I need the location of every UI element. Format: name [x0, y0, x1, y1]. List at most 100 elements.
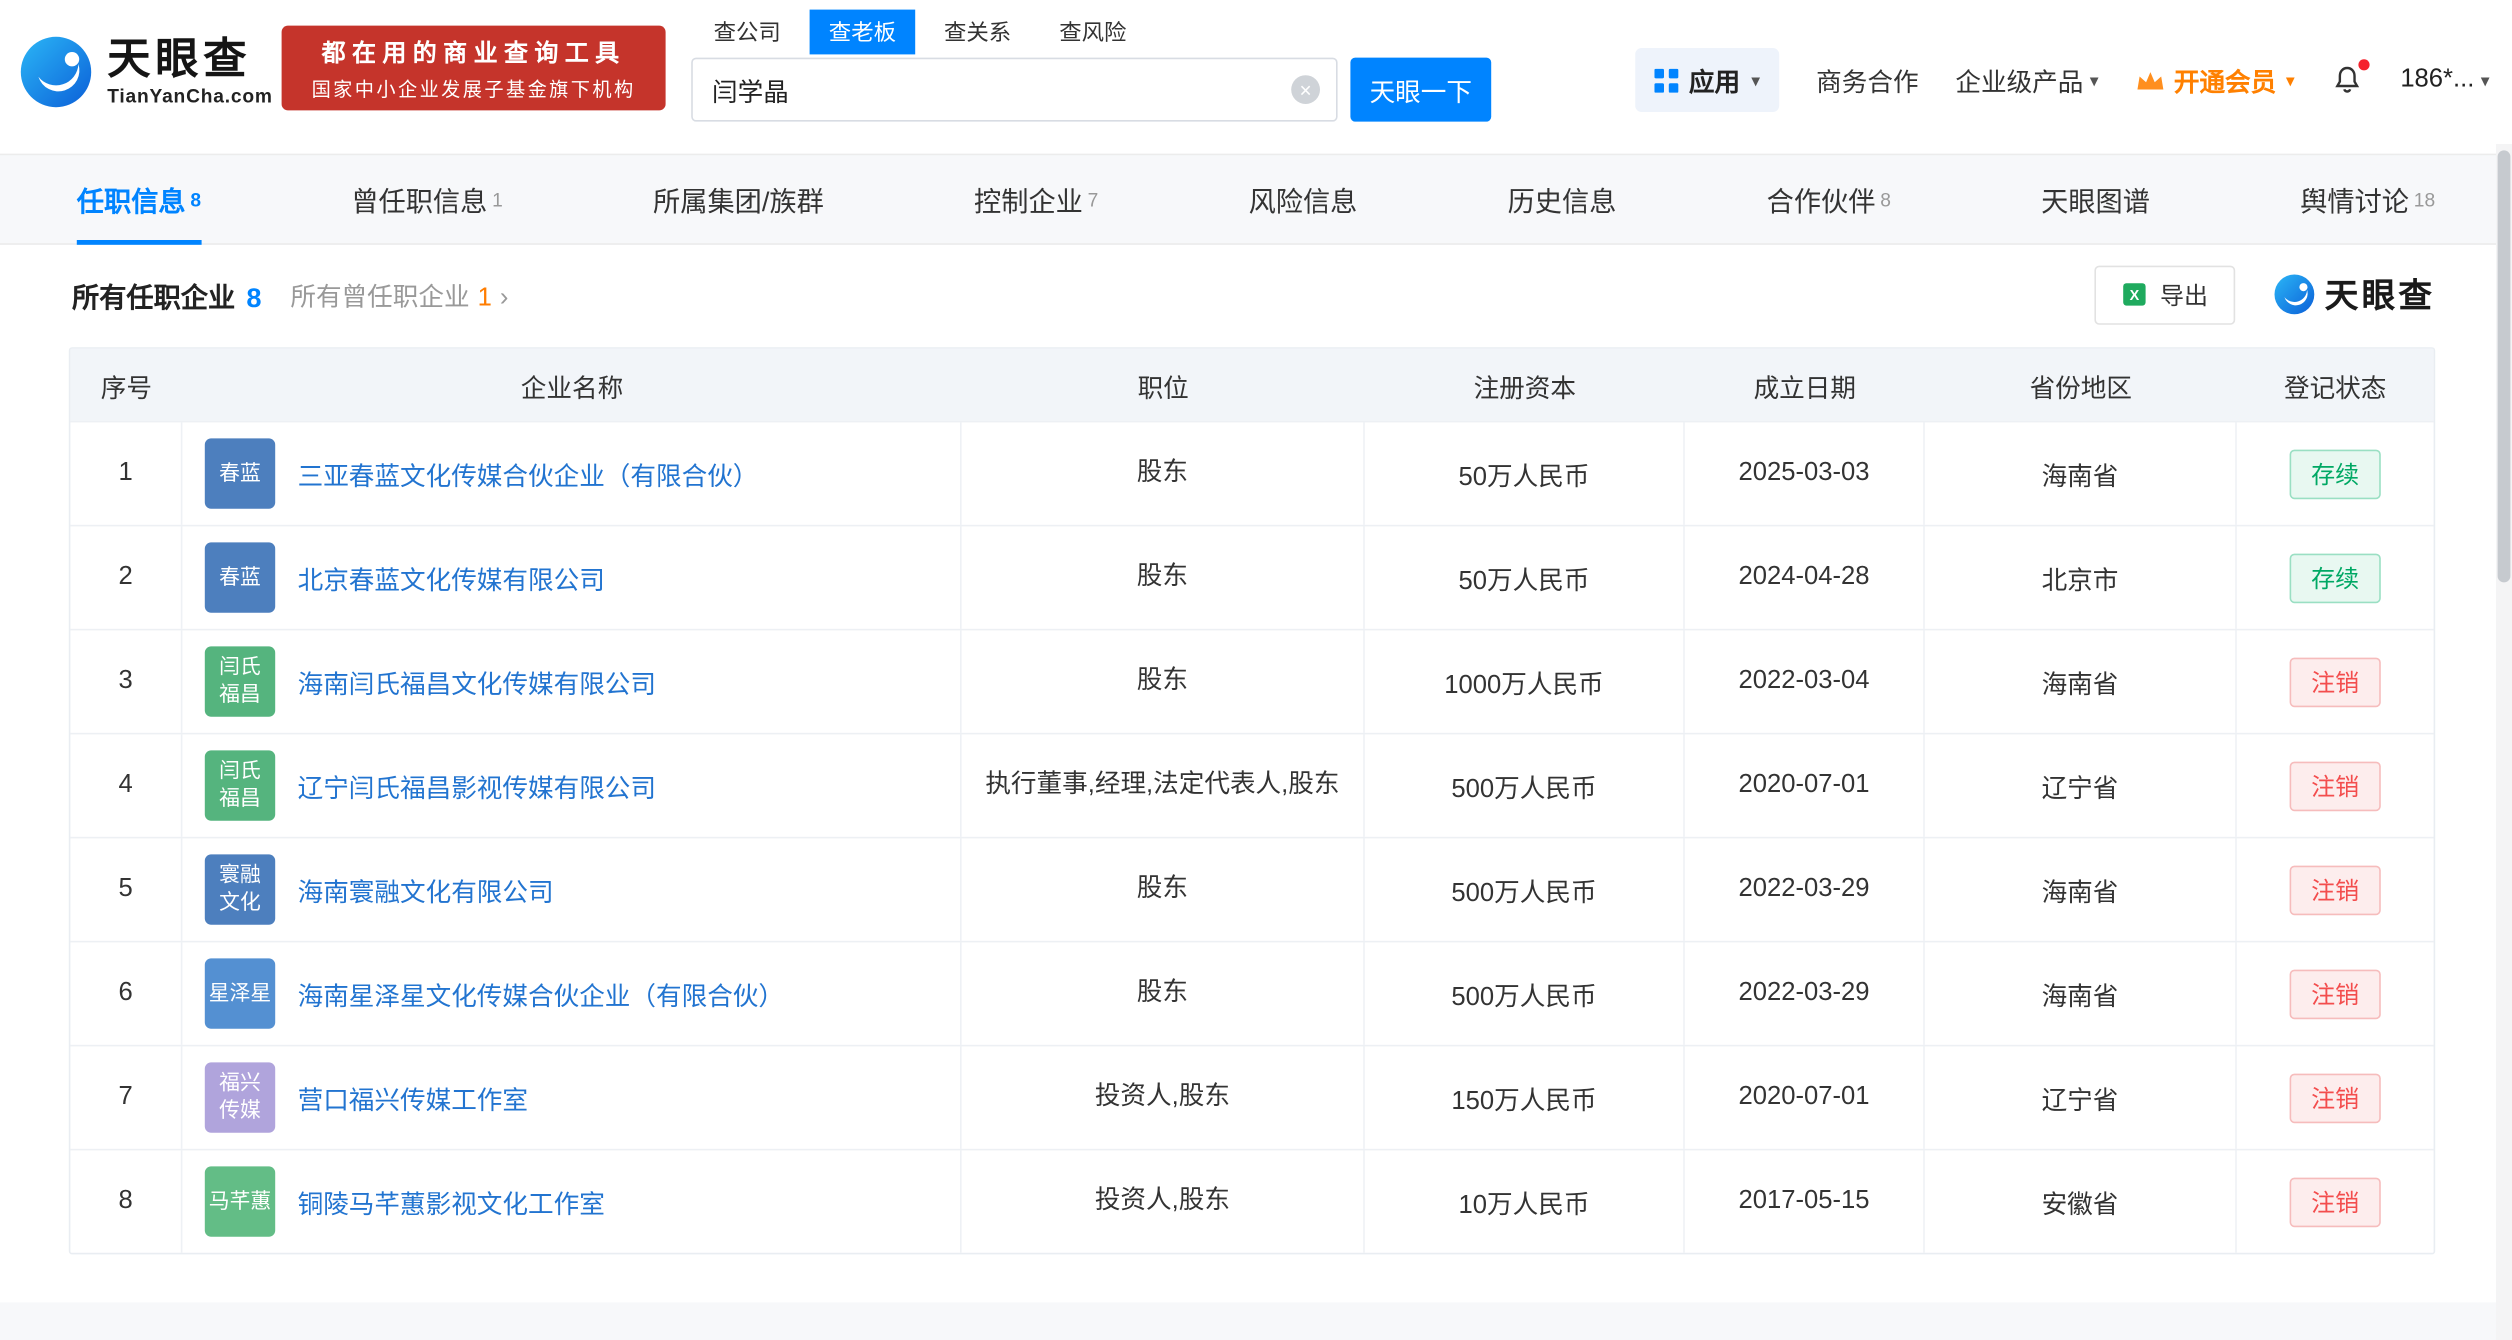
search-input[interactable] — [693, 59, 1336, 120]
site-logo[interactable]: 天眼查 TianYanCha.com — [19, 35, 273, 109]
phone-label: 186*... — [2400, 66, 2474, 95]
table-row: 7福兴传媒营口福兴传媒工作室投资人,股东150万人民币2020-07-01辽宁省… — [70, 1045, 2433, 1149]
page: 天眼查 TianYanCha.com 都在用的商业查询工具 国家中小企业发展子基… — [0, 0, 2512, 1340]
scrollbar-thumb[interactable] — [2498, 150, 2511, 582]
nav-tabs: 任职信息8 曾任职信息1 所属集团/族群 控制企业7 风险信息 历史信息 合作伙伴8 天眼图谱… — [0, 154, 2512, 245]
company-link[interactable]: 海南寰融文化有限公司 — [298, 870, 554, 908]
company-link[interactable]: 铜陵马芊蕙影视文化工作室 — [298, 1182, 605, 1220]
date-cell: 2025-03-03 — [1685, 422, 1925, 524]
nav-tab-9[interactable]: 舆情讨论18 — [2300, 155, 2435, 243]
column-header: 注册资本 — [1365, 349, 1685, 421]
nav-tab-3[interactable]: 所属集团/族群 — [653, 155, 824, 243]
promo-badge: 都在用的商业查询工具 国家中小企业发展子基金旗下机构 — [282, 26, 666, 111]
province-cell: 安徽省 — [1925, 1150, 2237, 1252]
position-cell: 股东 — [962, 630, 1365, 732]
nav-tab-6[interactable]: 历史信息 — [1508, 155, 1617, 243]
company-cell: 寰融文化海南寰融文化有限公司 — [182, 838, 961, 940]
date-cell: 2020-07-01 — [1685, 1046, 1925, 1148]
search-tab-1[interactable]: 查公司 — [694, 10, 800, 55]
position-cell: 股东 — [962, 526, 1365, 628]
account-phone[interactable]: 186*... ▾ — [2400, 66, 2489, 95]
apps-menu[interactable]: 应用 ▾ — [1634, 48, 1779, 112]
brand-domain: TianYanCha.com — [107, 85, 273, 107]
table-row: 3闫氏福昌海南闫氏福昌文化传媒有限公司股东1000万人民币2022-03-04海… — [70, 629, 2433, 733]
company-link[interactable]: 辽宁闫氏福昌影视传媒有限公司 — [298, 766, 656, 804]
nav-tab-7[interactable]: 合作伙伴8 — [1767, 155, 1891, 243]
company-link[interactable]: 海南闫氏福昌文化传媒有限公司 — [298, 662, 656, 700]
nav-tab-1[interactable]: 任职信息8 — [77, 155, 201, 243]
table-row: 1春蓝三亚春蓝文化传媒合伙企业（有限合伙）股东50万人民币2025-03-03海… — [70, 421, 2433, 525]
company-link[interactable]: 三亚春蓝文化传媒合伙企业（有限合伙） — [298, 454, 759, 492]
date-cell: 2024-04-28 — [1685, 526, 1925, 628]
province-cell: 海南省 — [1925, 422, 2237, 524]
chevron-down-icon: ▾ — [2286, 70, 2295, 91]
date-cell: 2022-03-04 — [1685, 630, 1925, 732]
status-cell: 注销 — [2237, 630, 2434, 732]
row-number: 7 — [70, 1046, 182, 1148]
company-link[interactable]: 营口福兴传媒工作室 — [298, 1078, 528, 1116]
company-cell: 春蓝三亚春蓝文化传媒合伙企业（有限合伙） — [182, 422, 961, 524]
excel-icon: X — [2122, 282, 2148, 308]
company-cell: 马芊蕙铜陵马芊蕙影视文化工作室 — [182, 1150, 961, 1252]
nav-tab-5[interactable]: 风险信息 — [1249, 155, 1358, 243]
company-logo: 闫氏福昌 — [205, 750, 275, 820]
company-cell: 春蓝北京春蓝文化传媒有限公司 — [182, 526, 961, 628]
tianyancha-swirl-icon — [19, 35, 93, 109]
nav-tab-2[interactable]: 曾任职信息1 — [351, 155, 503, 243]
company-logo: 春蓝 — [205, 438, 275, 508]
position-cell: 投资人,股东 — [962, 1046, 1365, 1148]
cooperation-label: 商务合作 — [1816, 61, 1918, 99]
logo-text: 天眼查 TianYanCha.com — [107, 36, 273, 108]
table-row: 5寰融文化海南寰融文化有限公司股东500万人民币2022-03-29海南省注销 — [70, 837, 2433, 941]
business-cooperation-link[interactable]: 商务合作 — [1816, 61, 1918, 99]
position-cell: 投资人,股东 — [962, 1150, 1365, 1252]
search-button[interactable]: 天眼一下 — [1350, 58, 1491, 122]
notification-bell-icon[interactable] — [2332, 64, 2364, 96]
row-number: 4 — [70, 734, 182, 836]
capital-cell: 10万人民币 — [1365, 1150, 1685, 1252]
company-link[interactable]: 海南星泽星文化传媒合伙企业（有限合伙） — [298, 974, 784, 1012]
svg-text:X: X — [2130, 288, 2140, 304]
status-badge: 注销 — [2290, 865, 2380, 915]
capital-cell: 50万人民币 — [1365, 526, 1685, 628]
former-positions-count: 1 — [478, 285, 492, 314]
promo-line2: 国家中小企业发展子基金旗下机构 — [312, 74, 636, 101]
footer-strip — [0, 1302, 2496, 1340]
nav-tab-4[interactable]: 控制企业7 — [974, 155, 1098, 243]
export-button[interactable]: X 导出 — [2094, 265, 2235, 324]
status-cell: 注销 — [2237, 1150, 2434, 1252]
company-link[interactable]: 北京春蓝文化传媒有限公司 — [298, 558, 605, 596]
search-tab-3[interactable]: 查关系 — [925, 10, 1031, 55]
scrollbar[interactable] — [2496, 144, 2512, 1340]
status-cell: 存续 — [2237, 526, 2434, 628]
position-cell: 股东 — [962, 942, 1365, 1044]
column-header: 登记状态 — [2237, 349, 2434, 421]
clear-icon[interactable]: × — [1291, 75, 1320, 104]
capital-cell: 1000万人民币 — [1365, 630, 1685, 732]
company-logo: 春蓝 — [205, 542, 275, 612]
company-cell: 闫氏福昌海南闫氏福昌文化传媒有限公司 — [182, 630, 961, 732]
table-body: 1春蓝三亚春蓝文化传媒合伙企业（有限合伙）股东50万人民币2025-03-03海… — [70, 421, 2433, 1253]
search-tab-2[interactable]: 查老板 — [810, 10, 916, 55]
watermark-logo: 天眼查 — [2274, 270, 2436, 318]
vip-membership-link[interactable]: 开通会员 ▾ — [2135, 61, 2294, 99]
chevron-down-icon: ▾ — [2481, 70, 2490, 91]
tianyancha-swirl-icon — [2274, 274, 2316, 316]
former-positions-link[interactable]: 所有曾任职企业 1 › — [290, 275, 508, 313]
company-logo: 寰融文化 — [205, 854, 275, 924]
company-logo: 福兴传媒 — [205, 1062, 275, 1132]
column-header: 企业名称 — [182, 349, 961, 421]
nav-tab-8[interactable]: 天眼图谱 — [2041, 155, 2150, 243]
date-cell: 2022-03-29 — [1685, 942, 1925, 1044]
date-cell: 2020-07-01 — [1685, 734, 1925, 836]
company-logo: 马芊蕙 — [205, 1166, 275, 1236]
position-cell: 股东 — [962, 838, 1365, 940]
status-badge: 注销 — [2290, 761, 2380, 811]
status-cell: 注销 — [2237, 838, 2434, 940]
date-cell: 2017-05-15 — [1685, 1150, 1925, 1252]
grid-icon — [1654, 68, 1678, 92]
search-tab-4[interactable]: 查风险 — [1040, 10, 1146, 55]
search-row: × 天眼一下 — [691, 58, 1491, 122]
table-header-row: 序号企业名称职位注册资本成立日期省份地区登记状态 — [70, 349, 2433, 421]
enterprise-products-link[interactable]: 企业级产品 ▾ — [1955, 61, 2098, 99]
